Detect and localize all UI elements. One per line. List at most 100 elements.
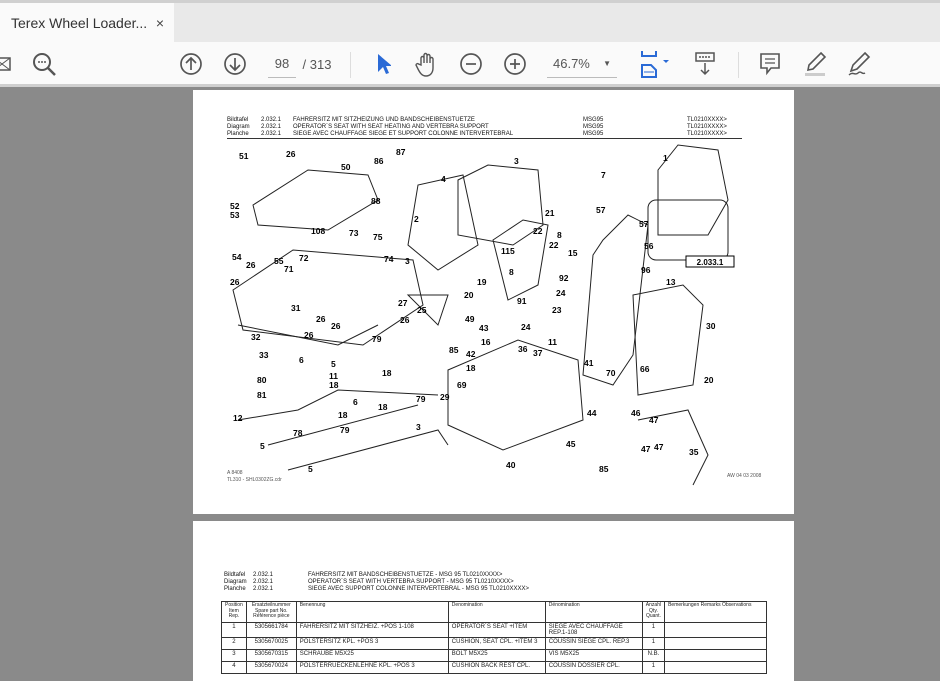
callout-number: 15 [568, 248, 578, 258]
sign-icon[interactable] [844, 50, 872, 78]
table-cell [664, 622, 768, 638]
zoom-in-button[interactable] [502, 50, 528, 78]
zoom-out-button[interactable] [458, 50, 484, 78]
callout-number: 45 [566, 439, 576, 449]
table-row: 2 5305670025 POLSTERSITZ KPL. +POS 3 CUSHIO… [221, 637, 768, 650]
column-header: Benennung [295, 601, 449, 623]
callout-number: 1 [663, 153, 668, 163]
column-header: Ersatzteilnummer Spare part No. Référenc… [245, 601, 297, 623]
table-cell: COUSSIN SIÈGE CPL. REP.3 [544, 637, 643, 650]
callout-number: 5 [260, 441, 265, 451]
callout-number: 85 [449, 345, 459, 355]
callout-number: 57 [639, 219, 649, 229]
callout-number: 22 [533, 226, 543, 236]
callout-number: 19 [477, 277, 487, 287]
search-icon[interactable] [30, 50, 58, 78]
callout-number: 26 [400, 315, 410, 325]
column-header: Dénomination [544, 601, 643, 623]
callout-number: 47 [654, 442, 664, 452]
callout-number: 16 [481, 337, 491, 347]
header-label: Diagram [224, 579, 247, 585]
header-title: SIEGE AVEC SUPPORT COLONNE INTERVERTEBRA… [308, 586, 530, 592]
callout-number: 55 [274, 256, 284, 266]
callout-number: 51 [239, 151, 249, 161]
callout-number: 86 [374, 156, 384, 166]
table-cell: 5305670315 [245, 649, 297, 662]
mail-icon[interactable] [0, 50, 12, 78]
drawing-id: A 8408 TL310 - SHL0302ZG.cdr [227, 470, 282, 483]
pdf-page-98: Bildtafel 2.032.1 FAHRERSITZ MIT SITZHEIZU… [193, 90, 794, 514]
callout-number: 3 [514, 156, 519, 166]
highlight-icon[interactable] [802, 50, 828, 78]
table-cell: 1 [641, 622, 666, 638]
close-tab-icon[interactable]: × [156, 15, 164, 31]
table-cell [664, 661, 768, 674]
callout-number: 3 [405, 256, 410, 266]
table-cell: SIEGE AVEC CHAUFFAGE REP.1-108 [544, 622, 643, 638]
callout-number: 26 [331, 321, 341, 331]
pdf-page-99: Bildtafel 2.032.1 FAHRERSITZ MIT BANDSCHEI… [193, 521, 794, 681]
callout-number: 35 [689, 447, 699, 457]
callout-number: 47 [641, 444, 651, 454]
callout-number: 85 [599, 464, 609, 474]
table-cell: 5305661784 [245, 622, 297, 638]
callout-number: 43 [479, 323, 489, 333]
table-row: 1 5305661784 FAHRERSITZ MIT SITZHEIZ. +POS… [221, 622, 768, 638]
previous-page-button[interactable] [178, 50, 204, 78]
callout-number: 25 [417, 305, 427, 315]
fit-page-icon[interactable] [638, 50, 674, 78]
callout-number: 50 [341, 162, 351, 172]
callout-number: 73 [349, 228, 359, 238]
callout-number: 80 [257, 375, 267, 385]
tab-title: Terex Wheel Loader... [11, 14, 148, 31]
callout-number: 40 [506, 460, 516, 470]
callout-number: 81 [257, 390, 267, 400]
zoom-select[interactable]: 46.7% ▼ [547, 50, 617, 78]
callout-number: 26 [286, 149, 296, 159]
callout-number: 6 [299, 355, 304, 365]
select-tool-icon[interactable] [372, 50, 394, 78]
next-page-button[interactable] [222, 50, 248, 78]
callout-number: 4 [441, 174, 446, 184]
table-cell: FAHRERSITZ MIT SITZHEIZ. +POS 1-108 [295, 622, 449, 638]
callout-number: 66 [640, 364, 650, 374]
callout-number: 18 [378, 402, 388, 412]
callout-number: 20 [464, 290, 474, 300]
header-title: FAHRERSITZ MIT BANDSCHEIBENSTUETZE - MSG… [308, 572, 503, 578]
callout-number: 18 [382, 368, 392, 378]
callout-number: 47 [649, 415, 659, 425]
callout-number: 74 [384, 254, 394, 264]
table-cell [664, 637, 768, 650]
table-cell: CUSHION, SEAT CPL. +ITEM 3 [447, 637, 546, 650]
callout-number: 115 [501, 246, 515, 256]
table-cell: 3 [221, 649, 247, 662]
callout-number: 75 [373, 232, 383, 242]
callout-number: 87 [396, 147, 406, 157]
header-number: 2.032.1 [253, 572, 274, 578]
callout-number: 49 [465, 314, 475, 324]
comment-icon[interactable] [758, 50, 782, 78]
page-number-input[interactable]: 98 [268, 50, 296, 78]
callout-number: 13 [666, 277, 676, 287]
zoom-value: 46.7% [553, 56, 590, 71]
callout-number: 56 [644, 241, 654, 251]
callout-number: 26 [246, 260, 256, 270]
exploded-parts-diagram: 2.033.1 [232, 144, 735, 486]
callout-number: 5 [308, 464, 313, 474]
scroll-mode-icon[interactable] [692, 50, 718, 78]
header-label: Bildtafel [224, 572, 246, 578]
callout-number: 72 [299, 253, 309, 263]
callout-number: 91 [517, 296, 527, 306]
hand-tool-icon[interactable] [414, 50, 440, 78]
svg-text:2.033.1: 2.033.1 [697, 258, 724, 267]
column-header: Anzahl Qty. Quant. [641, 601, 666, 623]
document-tab[interactable]: Terex Wheel Loader... × [0, 3, 174, 42]
table-cell: CUSHION BACK REST CPL. [447, 661, 546, 674]
callout-number: 23 [552, 305, 562, 315]
table-cell: SCHRAUBE M5X25 [295, 649, 449, 662]
column-header: Bemerkungen Remarks Observations [664, 601, 768, 623]
callout-number: 18 [329, 380, 339, 390]
callout-number: 79 [416, 394, 426, 404]
header-number: 2.032.1 [253, 579, 274, 585]
table-cell: POLSTERSITZ KPL. +POS 3 [295, 637, 449, 650]
